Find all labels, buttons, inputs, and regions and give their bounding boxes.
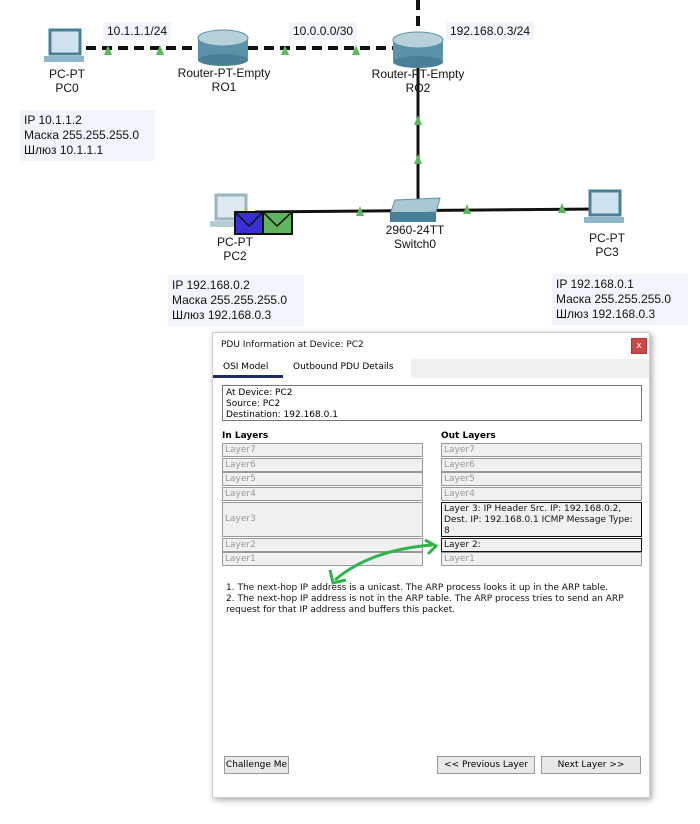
annotation-arrow xyxy=(328,538,439,585)
